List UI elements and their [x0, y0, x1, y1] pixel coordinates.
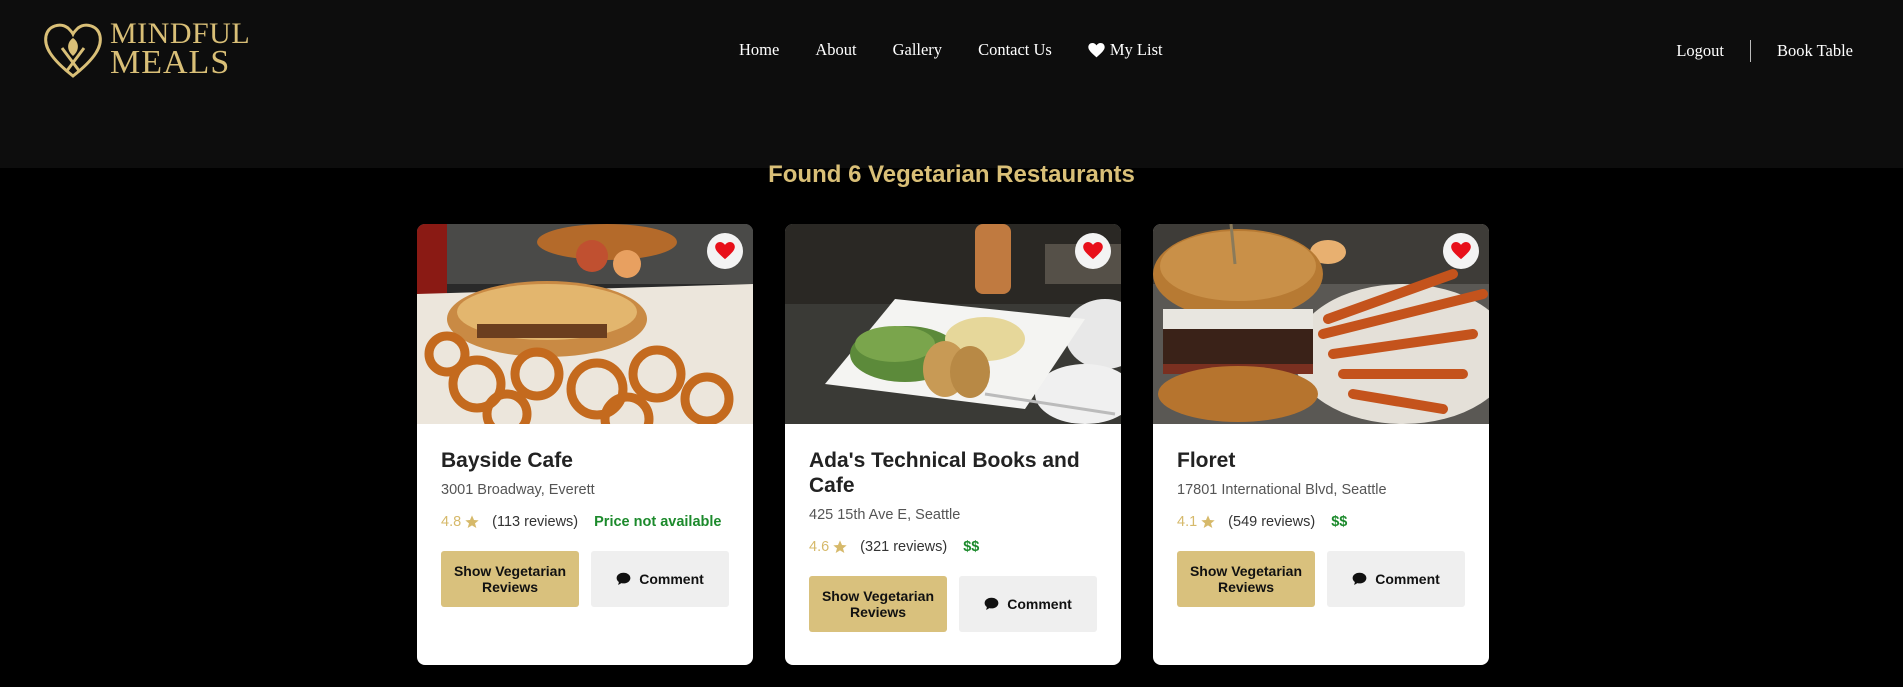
- nav-divider: [1750, 40, 1751, 62]
- account-nav: Logout Book Table: [1676, 40, 1853, 62]
- comment-button[interactable]: Comment: [959, 576, 1097, 632]
- price-level: Price not available: [594, 514, 722, 530]
- card-body: Ada's Technical Books and Cafe 425 15th …: [785, 424, 1121, 632]
- nav-contact-us[interactable]: Contact Us: [978, 40, 1052, 60]
- book-table-link[interactable]: Book Table: [1777, 41, 1853, 61]
- show-vegetarian-reviews-button[interactable]: Show Vegetarian Reviews: [1177, 551, 1315, 607]
- rating: 4.8: [441, 514, 480, 530]
- restaurant-meta: 4.1 (549 reviews) $$: [1177, 514, 1465, 530]
- heart-icon: [1088, 42, 1105, 57]
- favorite-button[interactable]: [1075, 233, 1111, 269]
- price-level: $$: [1331, 514, 1348, 530]
- heart-icon: [1083, 242, 1103, 260]
- star-icon: [1201, 515, 1215, 528]
- comment-button-label: Comment: [1007, 596, 1072, 612]
- heart-icon: [1451, 242, 1471, 260]
- show-vegetarian-reviews-button[interactable]: Show Vegetarian Reviews: [441, 551, 579, 607]
- rating-value: 4.8: [441, 514, 462, 530]
- restaurant-name[interactable]: Floret: [1177, 448, 1465, 473]
- restaurant-card: Bayside Cafe 3001 Broadway, Everett 4.8 …: [417, 224, 753, 665]
- logo-text: MINDFUL MEALS: [110, 16, 251, 82]
- nav-my-list-label: My List: [1109, 40, 1163, 59]
- rating-value: 4.6: [809, 539, 830, 555]
- rating-value: 4.1: [1177, 514, 1198, 530]
- card-actions: Show Vegetarian Reviews Comment: [441, 551, 729, 607]
- restaurant-address: 3001 Broadway, Everett: [441, 482, 595, 498]
- review-count: (549 reviews): [1228, 514, 1316, 530]
- logo-line-2: MEALS: [110, 44, 231, 82]
- heart-icon: [715, 242, 735, 260]
- review-count: (113 reviews): [492, 514, 579, 530]
- restaurant-photo: [1153, 224, 1489, 424]
- restaurant-meta: 4.8 (113 reviews) Price not available: [441, 514, 729, 530]
- star-icon: [833, 540, 847, 553]
- logo-heart-icon: [44, 23, 102, 78]
- show-vegetarian-reviews-button[interactable]: Show Vegetarian Reviews: [809, 576, 947, 632]
- star-icon: [465, 515, 479, 528]
- logo[interactable]: MINDFUL MEALS: [40, 18, 250, 80]
- comment-button-label: Comment: [639, 571, 704, 587]
- comment-button[interactable]: Comment: [1327, 551, 1465, 607]
- favorite-button[interactable]: [707, 233, 743, 269]
- comment-icon: [1352, 572, 1367, 585]
- card-actions: Show Vegetarian Reviews Comment: [809, 576, 1097, 632]
- site-header: MINDFUL MEALS Home About Gallery Contact…: [0, 0, 1903, 168]
- nav-home[interactable]: Home: [739, 40, 779, 60]
- rating: 4.1: [1177, 514, 1216, 530]
- comment-icon: [616, 572, 631, 585]
- restaurant-card: Ada's Technical Books and Cafe 425 15th …: [785, 224, 1121, 665]
- card-body: Floret 17801 International Blvd, Seattle…: [1153, 424, 1489, 607]
- logo-line-1: MINDFUL: [110, 16, 251, 50]
- restaurant-name[interactable]: Ada's Technical Books and Cafe: [809, 448, 1097, 498]
- restaurant-address: 425 15th Ave E, Seattle: [809, 507, 961, 523]
- rating: 4.6: [809, 539, 848, 555]
- comment-button[interactable]: Comment: [591, 551, 729, 607]
- price-level: $$: [963, 539, 980, 555]
- restaurant-photo: [417, 224, 753, 424]
- restaurant-meta: 4.6 (321 reviews) $$: [809, 539, 1097, 555]
- review-count: (321 reviews): [860, 539, 948, 555]
- logout-link[interactable]: Logout: [1676, 41, 1724, 61]
- comment-icon: [984, 597, 999, 610]
- results-heading: Found 6 Vegetarian Restaurants: [768, 161, 1135, 188]
- restaurant-address: 17801 International Blvd, Seattle: [1177, 482, 1387, 498]
- restaurant-card: Floret 17801 International Blvd, Seattle…: [1153, 224, 1489, 665]
- main-nav: Home About Gallery Contact Us My List: [739, 40, 1163, 60]
- card-body: Bayside Cafe 3001 Broadway, Everett 4.8 …: [417, 424, 753, 607]
- nav-about[interactable]: About: [815, 40, 856, 60]
- restaurant-name[interactable]: Bayside Cafe: [441, 448, 729, 473]
- nav-gallery[interactable]: Gallery: [893, 40, 942, 60]
- restaurant-photo: [785, 224, 1121, 424]
- favorite-button[interactable]: [1443, 233, 1479, 269]
- comment-button-label: Comment: [1375, 571, 1440, 587]
- nav-my-list[interactable]: My List: [1088, 40, 1163, 60]
- card-actions: Show Vegetarian Reviews Comment: [1177, 551, 1465, 607]
